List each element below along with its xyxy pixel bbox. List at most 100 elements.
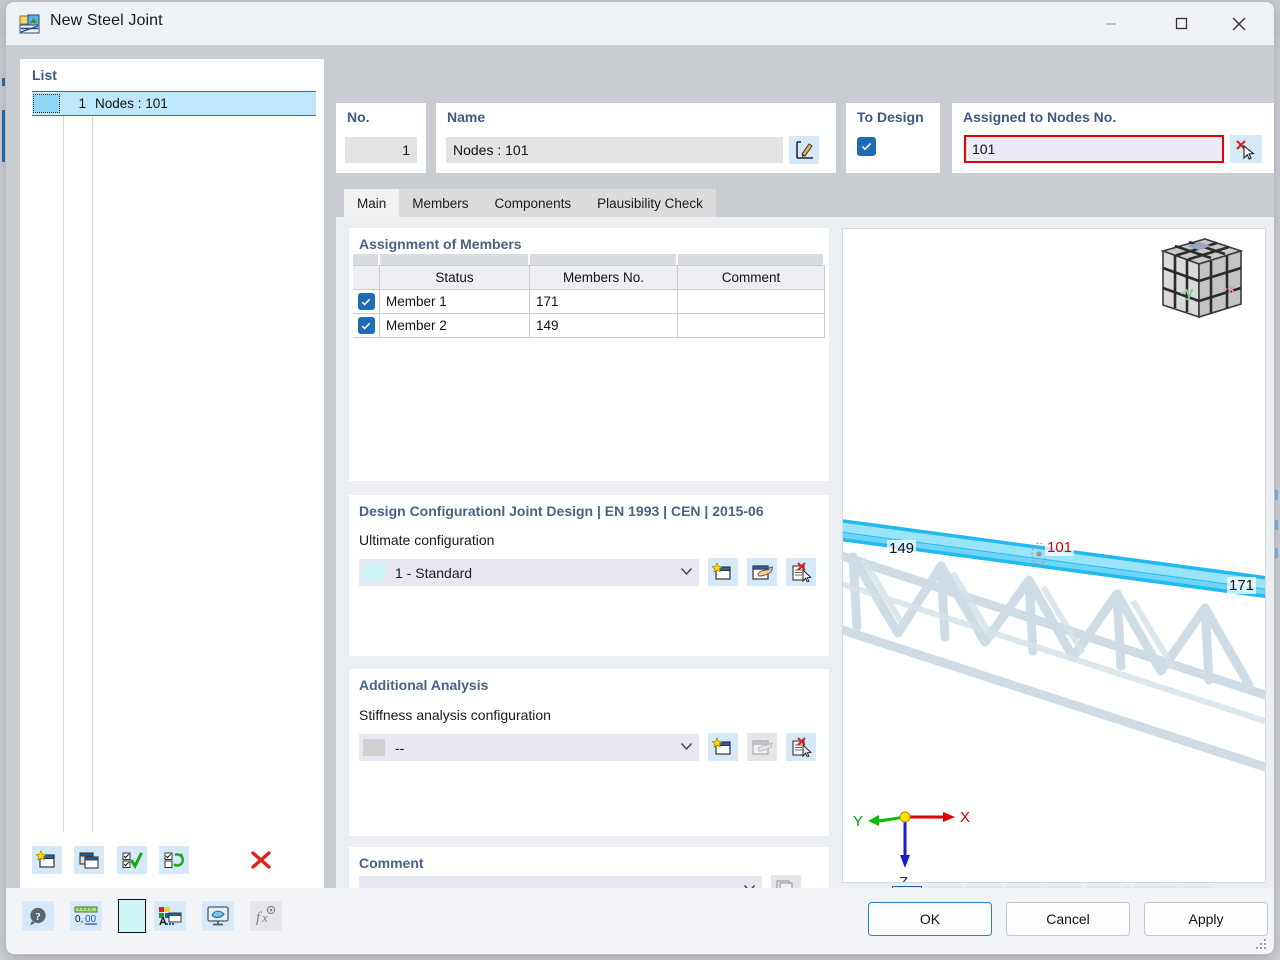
- chevron-down-icon[interactable]: [673, 742, 699, 754]
- invert-selection-button[interactable]: [159, 846, 190, 874]
- cell-comment: [678, 314, 825, 338]
- list-item-color-swatch[interactable]: [33, 94, 60, 113]
- cell-members-no: 149: [530, 314, 678, 338]
- new-configuration-button[interactable]: [708, 558, 738, 586]
- number-input[interactable]: [345, 137, 417, 163]
- ok-button[interactable]: OK: [868, 902, 992, 936]
- ultimate-configuration-combo[interactable]: 1 - Standard: [359, 559, 699, 586]
- list-item[interactable]: 1 Nodes : 101: [32, 91, 316, 116]
- maximize-button[interactable]: [1158, 2, 1204, 45]
- to-design-checkbox[interactable]: [857, 137, 876, 157]
- copy-item-button[interactable]: [74, 846, 105, 874]
- help-button[interactable]: ?: [22, 901, 54, 931]
- table-row[interactable]: Member 1 171: [353, 290, 825, 314]
- checkmark-icon: [857, 137, 876, 156]
- assigned-nodes-card: Assigned to Nodes No.: [952, 103, 1274, 173]
- steel-joint-icon: [18, 12, 42, 36]
- delete-stiffness-config-button[interactable]: [786, 733, 816, 761]
- checkmark-icon: [357, 293, 375, 310]
- number-field-card: No.: [336, 103, 426, 173]
- list-item-number: 1: [78, 96, 86, 111]
- navcube-label-neg-y: -y: [1180, 284, 1194, 301]
- tab-main[interactable]: Main: [344, 189, 400, 217]
- close-button[interactable]: [1216, 2, 1262, 45]
- row-checkbox[interactable]: [353, 290, 380, 314]
- ultimate-configuration-value: 1 - Standard: [395, 564, 473, 581]
- resize-grip[interactable]: [1256, 938, 1268, 950]
- column-header-status: Status: [380, 265, 530, 290]
- name-input[interactable]: [446, 137, 783, 163]
- member-label-171: 171: [1227, 577, 1257, 594]
- assigned-nodes-input[interactable]: [964, 135, 1224, 163]
- comment-section-title: Comment: [359, 855, 424, 871]
- tab-members[interactable]: Members: [399, 189, 482, 217]
- assignment-section-title: Assignment of Members: [359, 236, 522, 252]
- ultimate-configuration-label: Ultimate configuration: [359, 532, 495, 548]
- to-design-label: To Design: [857, 109, 924, 125]
- row-checkbox[interactable]: [353, 314, 380, 338]
- pick-nodes-cursor-icon[interactable]: [1230, 135, 1262, 163]
- minimize-button[interactable]: [1088, 2, 1134, 45]
- list-item-label: Nodes : 101: [95, 96, 168, 111]
- svg-text:x: x: [261, 910, 268, 925]
- column-header-comment: Comment: [678, 265, 825, 290]
- svg-text:00: 00: [85, 914, 97, 925]
- list-panel: List 1 Nodes : 101: [20, 59, 324, 888]
- to-design-card: To Design: [846, 103, 940, 173]
- window-title: New Steel Joint: [50, 12, 163, 29]
- color-swatch-button[interactable]: [118, 899, 146, 933]
- additional-analysis-title: Additional Analysis: [359, 677, 489, 693]
- navcube-label-neg-x: -x: [1223, 280, 1236, 296]
- delete-item-button[interactable]: [246, 846, 276, 874]
- assignment-of-members-section: Assignment of Members Status Members No.…: [349, 228, 829, 481]
- number-field-label: No.: [347, 109, 370, 125]
- select-all-button[interactable]: [116, 846, 147, 874]
- tab-plausibility-check[interactable]: Plausibility Check: [584, 189, 716, 217]
- units-button[interactable]: 0, 00: [70, 901, 102, 931]
- name-field-card: Name: [436, 103, 836, 173]
- edit-configuration-button[interactable]: [747, 558, 777, 586]
- table-sizer-row: [353, 254, 825, 265]
- tab-components[interactable]: Components: [481, 189, 585, 217]
- design-configuration-title: Design Configurationl Joint Design | EN …: [359, 503, 764, 519]
- new-item-button[interactable]: [32, 846, 62, 874]
- node-label-101: 101: [1045, 539, 1075, 556]
- background-marker-5: [1274, 548, 1278, 558]
- stiffness-analysis-combo[interactable]: --: [359, 734, 699, 761]
- list-rows: 1 Nodes : 101: [32, 91, 316, 832]
- axis-label-z: Z: [899, 874, 908, 882]
- svg-text:0,: 0,: [75, 914, 83, 925]
- axis-label-x: X: [960, 809, 970, 826]
- member-label-149: 149: [887, 540, 917, 557]
- 3d-viewport[interactable]: -y -x X Y Z: [842, 228, 1266, 883]
- stiffness-color-swatch: [363, 739, 385, 756]
- axis-label-y: Y: [853, 813, 863, 830]
- cell-status: Member 1: [380, 290, 530, 314]
- checkmark-icon: [357, 317, 375, 334]
- display-properties-button[interactable]: A: [154, 901, 186, 931]
- table-header-row: Status Members No. Comment: [353, 265, 825, 290]
- table-row[interactable]: Member 2 149: [353, 314, 825, 338]
- dialog-client-area: List 1 Nodes : 101 No. 1 Name Nodes: 10…: [6, 45, 1274, 954]
- edit-pencil-icon[interactable]: [789, 136, 819, 164]
- delete-configuration-button[interactable]: [786, 558, 816, 586]
- new-stiffness-config-button[interactable]: [708, 733, 738, 761]
- background-marker-4: [1274, 520, 1278, 530]
- dialog-bottom-bar: ? 0, 00 A f x OK Cancel Apply: [6, 888, 1274, 954]
- stiffness-analysis-label: Stiffness analysis configuration: [359, 707, 551, 723]
- view-settings-button[interactable]: [202, 901, 234, 931]
- column-header-members-no: Members No.: [530, 265, 678, 290]
- cell-status: Member 2: [380, 314, 530, 338]
- chevron-down-icon[interactable]: [673, 567, 699, 579]
- new-steel-joint-dialog: New Steel Joint List 1 Nodes: 101 No. 1…: [6, 2, 1274, 954]
- design-configuration-section: Design Configurationl Joint Design | EN …: [349, 495, 829, 656]
- configuration-color-swatch: [363, 564, 385, 581]
- assignment-table: Status Members No. Comment Member 1 171: [353, 254, 825, 338]
- list-panel-label: List: [32, 67, 57, 83]
- apply-button[interactable]: Apply: [1144, 902, 1268, 936]
- formula-button: f x: [250, 901, 282, 931]
- svg-text:A: A: [159, 916, 167, 927]
- svg-text:?: ?: [35, 911, 41, 923]
- edit-stiffness-config-button: [747, 733, 777, 761]
- cancel-button[interactable]: Cancel: [1006, 902, 1130, 936]
